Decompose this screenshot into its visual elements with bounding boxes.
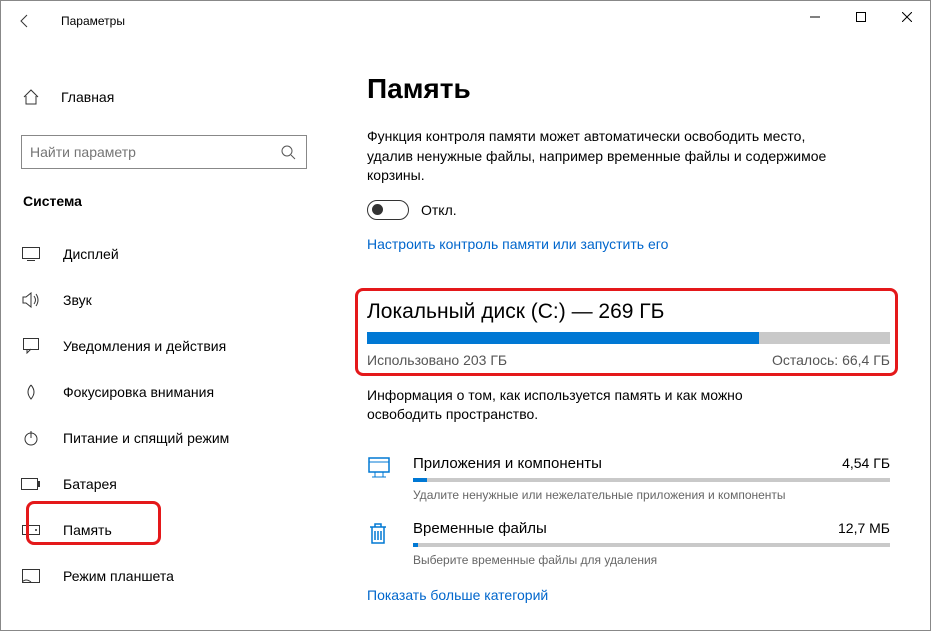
home-link[interactable]: Главная (21, 77, 307, 117)
category-name: Приложения и компоненты (413, 455, 602, 472)
home-label: Главная (61, 89, 114, 105)
search-box[interactable] (21, 135, 307, 169)
display-icon (21, 247, 41, 261)
power-icon (21, 430, 41, 446)
sidebar-item-label: Дисплей (63, 246, 119, 262)
storage-sense-toggle[interactable] (367, 200, 409, 220)
sidebar-item-battery[interactable]: Батарея (1, 461, 331, 507)
tablet-icon (21, 569, 41, 583)
category-name: Временные файлы (413, 520, 547, 537)
category-size: 4,54 ГБ (842, 455, 890, 471)
disk-info-text: Информация о том, как используется памят… (367, 386, 817, 425)
notifications-icon (21, 338, 41, 354)
sidebar-item-power[interactable]: Питание и спящий режим (1, 415, 331, 461)
category-subtitle: Выберите временные файлы для удаления (413, 553, 890, 567)
page-title: Память (367, 73, 890, 105)
sidebar-item-sound[interactable]: Звук (1, 277, 331, 323)
sidebar-item-storage[interactable]: Память (1, 507, 331, 553)
search-input[interactable] (30, 144, 278, 160)
search-icon (278, 144, 298, 160)
category-subtitle: Удалите ненужные или нежелательные прило… (413, 488, 890, 502)
maximize-button[interactable] (838, 1, 884, 33)
sidebar-item-focus[interactable]: Фокусировка внимания (1, 369, 331, 415)
close-button[interactable] (884, 1, 930, 33)
sidebar-item-label: Уведомления и действия (63, 338, 226, 354)
storage-icon (21, 525, 41, 535)
sidebar-item-label: Фокусировка внимания (63, 384, 214, 400)
sidebar-item-label: Звук (63, 292, 92, 308)
sidebar-item-label: Память (63, 522, 112, 538)
category-bar (413, 478, 890, 482)
home-icon (21, 88, 41, 106)
sidebar-item-tablet[interactable]: Режим планшета (1, 553, 331, 599)
storage-sense-description: Функция контроля памяти может автоматиче… (367, 127, 837, 186)
show-more-categories-link[interactable]: Показать больше категорий (367, 587, 548, 603)
sidebar-item-label: Режим планшета (63, 568, 174, 584)
category-temp[interactable]: Временные файлы 12,7 МБ Выберите временн… (367, 508, 890, 573)
sidebar-item-display[interactable]: Дисплей (1, 231, 331, 277)
battery-icon (21, 478, 41, 490)
category-size: 12,7 МБ (838, 520, 890, 536)
sidebar-item-label: Питание и спящий режим (63, 430, 229, 446)
disk-usage-bar (367, 332, 890, 344)
minimize-button[interactable] (792, 1, 838, 33)
back-button[interactable] (9, 5, 41, 37)
trash-icon (367, 522, 393, 546)
apps-icon (367, 457, 393, 479)
category-apps[interactable]: Приложения и компоненты 4,54 ГБ Удалите … (367, 443, 890, 508)
category-bar (413, 543, 890, 547)
sidebar-item-notifications[interactable]: Уведомления и действия (1, 323, 331, 369)
window-title: Параметры (61, 14, 125, 28)
toggle-label: Откл. (421, 202, 457, 218)
sound-icon (21, 292, 41, 308)
sidebar-item-label: Батарея (63, 476, 117, 492)
section-label: Система (21, 193, 307, 209)
focus-icon (21, 384, 41, 400)
configure-storage-sense-link[interactable]: Настроить контроль памяти или запустить … (367, 236, 668, 252)
